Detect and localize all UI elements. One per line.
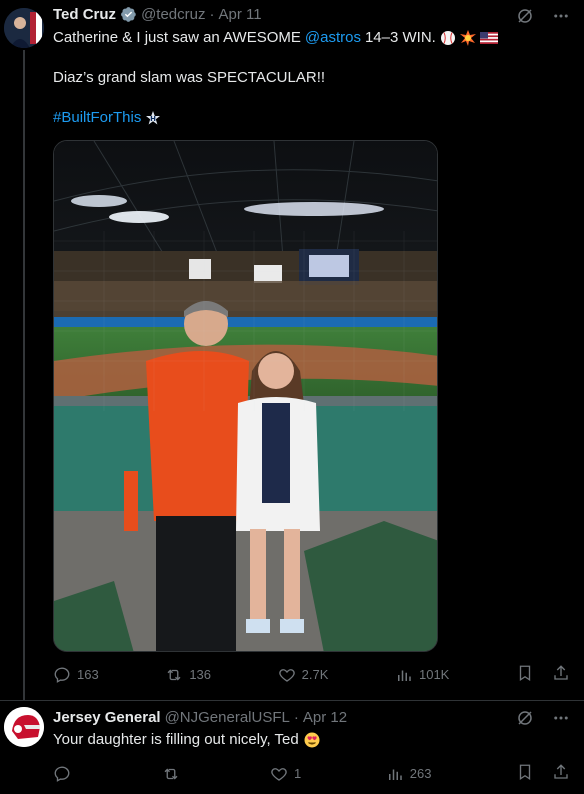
views-count: 263 — [409, 766, 432, 781]
bookmark-button[interactable] — [516, 763, 534, 784]
astros-logo-icon: H — [146, 111, 161, 125]
separator: · — [209, 6, 215, 23]
views-chart-icon — [397, 670, 411, 681]
reply-button[interactable] — [53, 765, 77, 783]
tweet-text-line: Your daughter is filling out nicely, Ted — [53, 731, 320, 748]
tweet-media-photo[interactable] — [53, 140, 438, 652]
tweet-text: Diaz’s grand slam was SPECTACULAR!! — [53, 69, 326, 86]
author-name[interactable]: Ted Cruz — [53, 6, 116, 23]
separator: · — [293, 709, 299, 726]
more-options-icon[interactable] — [552, 7, 570, 25]
tweet[interactable]: Ted Cruz @tedcruz · Apr 11 Catherine & I… — [0, 0, 584, 700]
tweet-text-line: #BuiltForThis H — [53, 108, 161, 128]
heart-eyes-emoji-icon — [304, 732, 320, 747]
heart-icon — [271, 767, 287, 781]
repost-icon — [164, 768, 177, 779]
more-options-icon[interactable] — [552, 709, 570, 727]
views-count: 101K — [418, 667, 450, 682]
views-chart-icon — [388, 769, 402, 780]
tweet-text-line: Catherine & I just saw an AWESOME @astro… — [53, 28, 498, 48]
tweet-actions-bar: 1 263 — [53, 763, 570, 784]
repost-button[interactable]: 136 — [165, 666, 211, 684]
tweet-top-actions — [516, 709, 570, 727]
hashtag-link[interactable]: #BuiltForThis — [53, 108, 141, 128]
repost-count: 136 — [189, 667, 212, 682]
share-button[interactable] — [552, 664, 570, 685]
reply-icon — [54, 765, 70, 782]
like-count: 1 — [294, 766, 302, 781]
like-button[interactable]: 2.7K — [278, 666, 329, 684]
tweet-text: Catherine & I just saw an AWESOME — [53, 29, 301, 46]
reply-tweet[interactable]: Jersey General @NJGeneralUSFL · Apr 12 Y… — [0, 700, 584, 794]
share-button[interactable] — [552, 763, 570, 784]
bookmark-button[interactable] — [516, 664, 534, 685]
tweet-text: 14–3 WIN. — [364, 29, 436, 46]
views-button[interactable]: 101K — [395, 666, 449, 684]
reply-button[interactable]: 163 — [53, 666, 99, 684]
share-icon — [554, 665, 568, 680]
tweet-text: Your daughter is filling out nicely, Ted — [53, 731, 299, 748]
author-name[interactable]: Jersey General — [53, 709, 161, 726]
heart-icon — [278, 668, 295, 682]
grok-icon[interactable] — [516, 7, 534, 25]
avatar[interactable] — [4, 8, 44, 48]
save-share-group — [516, 664, 570, 685]
repost-button[interactable] — [162, 765, 186, 783]
baseball-emoji-icon — [440, 31, 455, 45]
tweet-header: Jersey General @NJGeneralUSFL · Apr 12 — [53, 709, 347, 726]
author-handle[interactable]: @NJGeneralUSFL — [165, 709, 290, 726]
bookmark-icon — [519, 764, 531, 781]
views-button[interactable]: 263 — [386, 765, 432, 783]
reply-count: 163 — [77, 667, 99, 682]
ballpark-photo — [54, 141, 437, 651]
bookmark-icon — [519, 665, 531, 682]
like-button[interactable]: 1 — [270, 765, 301, 783]
tweet-date[interactable]: Apr 11 — [218, 6, 261, 23]
reply-icon — [54, 666, 70, 683]
repost-icon — [167, 669, 181, 680]
tweet-top-actions — [516, 7, 570, 25]
author-handle[interactable]: @tedcruz — [141, 6, 205, 23]
like-count: 2.7K — [301, 667, 329, 682]
avatar[interactable] — [4, 707, 44, 747]
tweet-actions-bar: 163 136 2.7K 101K — [53, 664, 570, 685]
share-icon — [554, 764, 568, 779]
mention-link[interactable]: @astros — [305, 28, 361, 48]
tweet-header: Ted Cruz @tedcruz · Apr 11 — [53, 6, 262, 23]
svg-text:H: H — [150, 115, 156, 123]
tweet-date[interactable]: Apr 12 — [303, 709, 347, 726]
us-flag-emoji-icon — [479, 32, 498, 44]
thread-line — [23, 50, 25, 700]
collision-emoji-icon — [459, 30, 476, 46]
grok-icon[interactable] — [516, 709, 534, 727]
save-share-group — [516, 763, 570, 784]
verified-badge-icon — [121, 7, 136, 22]
